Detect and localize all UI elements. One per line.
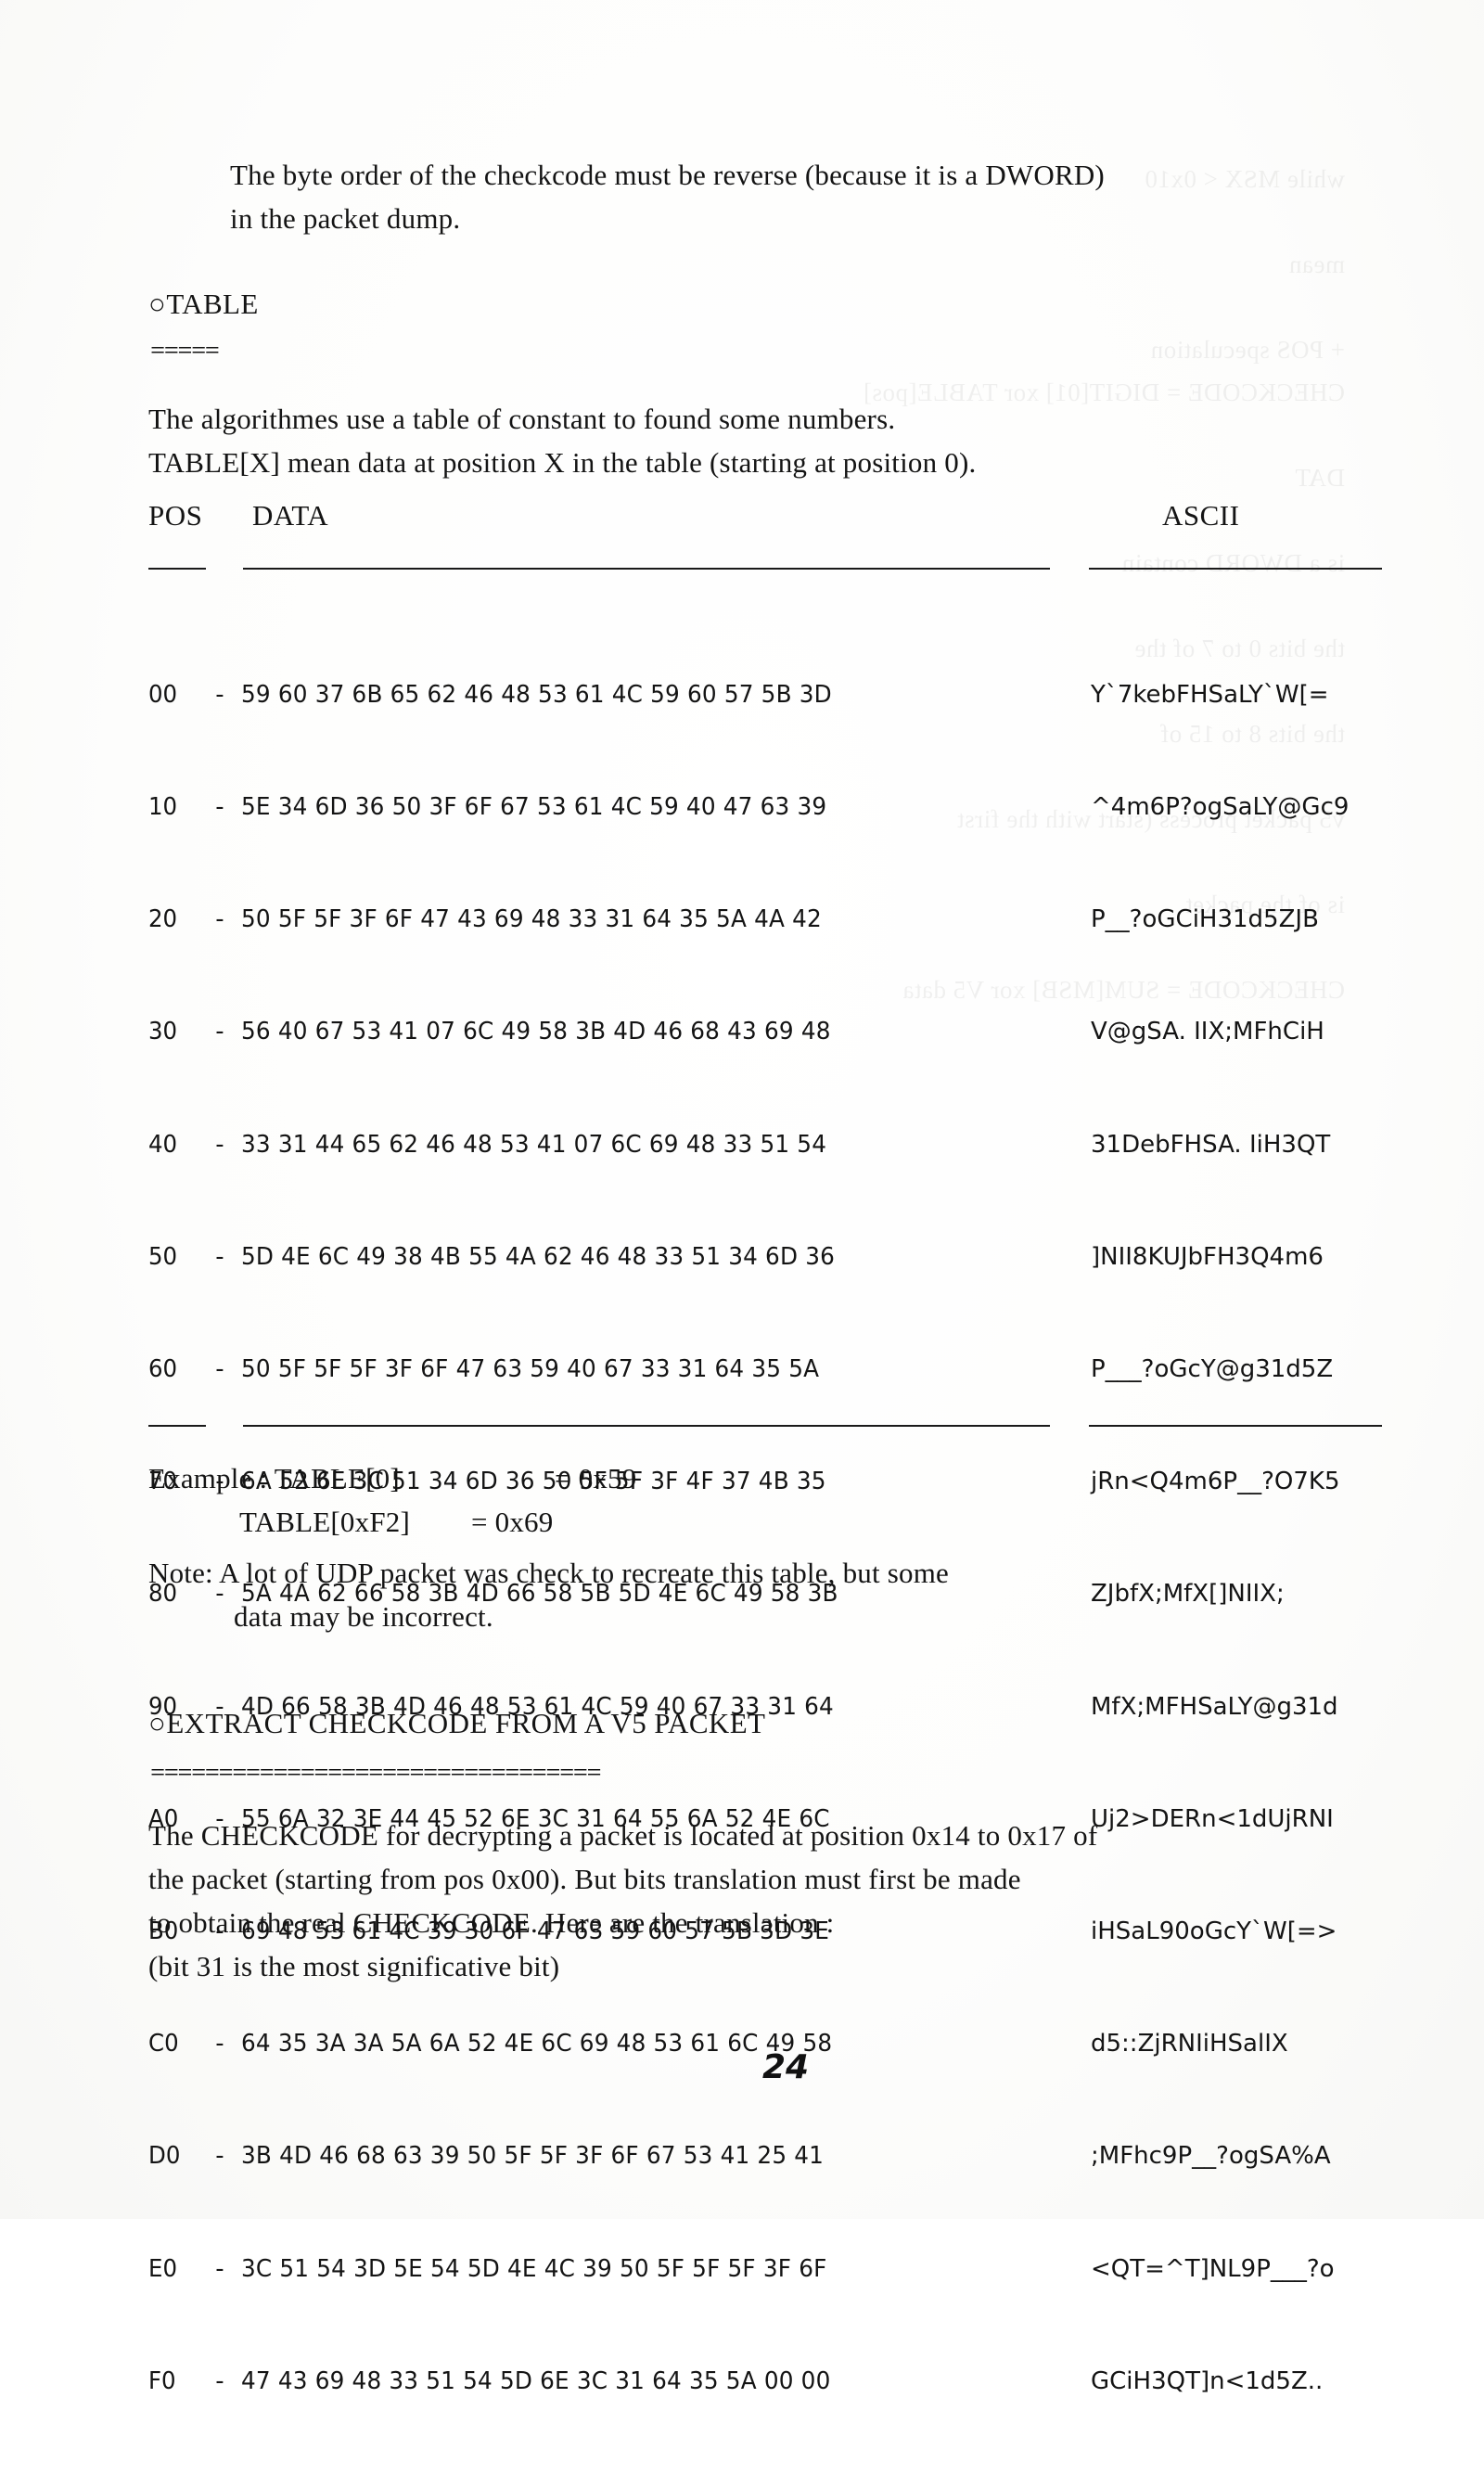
table-row: 40 -33 31 44 65 62 46 48 53 41 07 6C 69 4… — [148, 1126, 870, 1163]
row-position: 50 — [148, 1242, 178, 1271]
footer-rule-ascii — [1089, 1425, 1382, 1427]
row-separator: - — [215, 1242, 224, 1271]
note-line-2: data may be incorrect. — [234, 1600, 493, 1633]
row-bytes: 64 35 3A 3A 5A 6A 52 4E 6C 69 48 53 61 6… — [241, 2030, 833, 2058]
row-position: C0 — [148, 2030, 179, 2058]
row-bytes: 3C 51 54 3D 5E 54 5D 4E 4C 39 50 5F 5F 5… — [241, 2254, 827, 2283]
table-row: 30 -56 40 67 53 41 07 6C 49 58 3B 4D 46 6… — [148, 1013, 870, 1050]
row-bytes: 33 31 44 65 62 46 48 53 41 07 6C 69 48 3… — [241, 1130, 827, 1159]
table-row: 60 -50 5F 5F 5F 3F 6F 47 63 59 40 67 33 3… — [148, 1351, 870, 1388]
row-bytes: 3B 4D 46 68 63 39 50 5F 5F 3F 6F 67 53 4… — [241, 2142, 825, 2171]
row-bytes: 59 60 37 6B 65 62 46 48 53 61 4C 59 60 5… — [241, 680, 832, 709]
table-row: 00 -59 60 37 6B 65 62 46 48 53 61 4C 59 6… — [148, 676, 870, 713]
table-row: 20 -50 5F 5F 3F 6F 47 43 69 48 33 31 64 3… — [148, 901, 870, 938]
table-row: 10 -5E 34 6D 36 50 3F 6F 67 53 61 4C 59 4… — [148, 789, 870, 826]
row-ascii: V@gSA. IIX;MFhCiH — [1091, 1018, 1324, 1046]
row-bytes: 5E 34 6D 36 50 3F 6F 67 53 61 4C 59 40 4… — [241, 793, 827, 822]
header-rule-ascii — [1089, 568, 1382, 570]
row-bytes: 50 5F 5F 5F 3F 6F 47 63 59 40 67 33 31 6… — [241, 1355, 820, 1384]
footer-rule-pos — [148, 1425, 206, 1427]
row-ascii: 31DebFHSA. IiH3QT — [1091, 1130, 1331, 1159]
row-ascii: GCiH3QT]n<1d5Z.. — [1091, 2366, 1324, 2395]
footer-rule-data — [243, 1425, 1050, 1427]
extract-heading-text: EXTRACT CHECKCODE FROM A V5 PACKET — [166, 1707, 766, 1739]
row-ascii: jRn<Q4m6P__?O7K5 — [1091, 1468, 1340, 1496]
circle-bullet-icon: ○ — [148, 1707, 167, 1739]
table-heading-underline: ===== — [150, 341, 220, 363]
table-row: D0 -3B 4D 46 68 63 39 50 5F 5F 3F 6F 67 5… — [148, 2137, 870, 2174]
row-separator: - — [215, 905, 224, 934]
table-intro-line-1: The algorithmes use a table of constant … — [148, 403, 896, 435]
row-position: E0 — [148, 2254, 178, 2283]
extract-heading-underline: ================================= — [150, 1763, 602, 1785]
ascii-column: Y`7kebFHSaLY`W[= ^4m6P?ogSaLY@Gc9 P__?oG… — [1091, 601, 1349, 2475]
example-line-1-value: = 0x59 — [555, 1462, 637, 1494]
row-position: D0 — [148, 2142, 181, 2171]
row-bytes: 5D 4E 6C 49 38 4B 55 4A 62 46 48 33 51 3… — [241, 1242, 836, 1271]
row-ascii: ;MFhc9P__?ogSA%A — [1091, 2142, 1331, 2171]
row-bytes: 56 40 67 53 41 07 6C 49 58 3B 4D 46 68 4… — [241, 1018, 831, 1046]
row-ascii: ]NII8KUJbFH3Q4m6 — [1091, 1242, 1324, 1271]
table-row: C0 -64 35 3A 3A 5A 6A 52 4E 6C 69 48 53 6… — [148, 2025, 870, 2062]
header-rule-data — [243, 568, 1050, 570]
table-row: 50 -5D 4E 6C 49 38 4B 55 4A 62 46 48 33 5… — [148, 1238, 870, 1276]
row-ascii: MfX;MFHSaLY@g31d — [1091, 1692, 1338, 1721]
table-intro-line-2: TABLE[X] mean data at position X in the … — [148, 446, 977, 479]
row-position: 00 — [148, 680, 178, 709]
row-bytes: 50 5F 5F 3F 6F 47 43 69 48 33 31 64 35 5… — [241, 905, 822, 934]
row-ascii: <QT=^T]NL9P___?o — [1091, 2254, 1335, 2283]
row-ascii: P___?oGcY@g31d5Z — [1091, 1355, 1334, 1384]
row-separator: - — [215, 2366, 224, 2395]
row-ascii: ^4m6P?ogSaLY@Gc9 — [1091, 793, 1350, 822]
row-separator: - — [215, 2142, 224, 2171]
example-line-2-label: TABLE[0xF2] — [239, 1506, 410, 1538]
row-ascii: Y`7kebFHSaLY`W[= — [1091, 680, 1329, 709]
row-ascii: d5::ZjRNIiHSalIX — [1091, 2030, 1288, 2058]
column-header-ascii: ASCII — [1162, 499, 1240, 532]
row-separator: - — [215, 2030, 224, 2058]
row-position: 10 — [148, 793, 178, 822]
table-row: E0 -3C 51 54 3D 5E 54 5D 4E 4C 39 50 5F 5… — [148, 2251, 870, 2288]
table-heading-text: TABLE — [166, 288, 259, 320]
row-separator: - — [215, 1130, 224, 1159]
row-ascii: P__?oGCiH31d5ZJB — [1091, 905, 1319, 934]
column-header-pos: POS — [148, 499, 203, 532]
row-separator: - — [215, 2254, 224, 2283]
extract-paragraph: The CHECKCODE for decrypting a packet is… — [148, 1819, 1098, 1982]
intro-paragraph: The byte order of the checkcode must be … — [230, 159, 1105, 235]
row-bytes: 47 43 69 48 33 51 54 5D 6E 3C 31 64 35 5… — [241, 2366, 831, 2395]
circle-bullet-icon: ○ — [148, 288, 167, 320]
row-separator: - — [215, 1355, 224, 1384]
row-position: 30 — [148, 1018, 178, 1046]
row-separator: - — [215, 1018, 224, 1046]
table-section-heading: ○TABLE — [148, 288, 259, 321]
note-line-1: Note: A lot of UDP packet was check to r… — [148, 1557, 949, 1589]
table-row: F0 -47 43 69 48 33 51 54 5D 6E 3C 31 64 3… — [148, 2363, 870, 2400]
extract-section-heading: ○EXTRACT CHECKCODE FROM A V5 PACKET — [148, 1707, 765, 1740]
row-position: 60 — [148, 1355, 178, 1384]
row-separator: - — [215, 680, 224, 709]
example-line-2-value: = 0x69 — [471, 1506, 554, 1538]
row-separator: - — [215, 793, 224, 822]
row-position: 20 — [148, 905, 178, 934]
example-line-1-label: Example : TABLE[0] — [148, 1462, 400, 1494]
column-header-data: DATA — [252, 499, 329, 532]
page-number: 24 — [762, 2048, 810, 2086]
row-position: F0 — [148, 2366, 176, 2395]
row-position: 40 — [148, 1130, 178, 1159]
header-rule-pos — [148, 568, 206, 570]
